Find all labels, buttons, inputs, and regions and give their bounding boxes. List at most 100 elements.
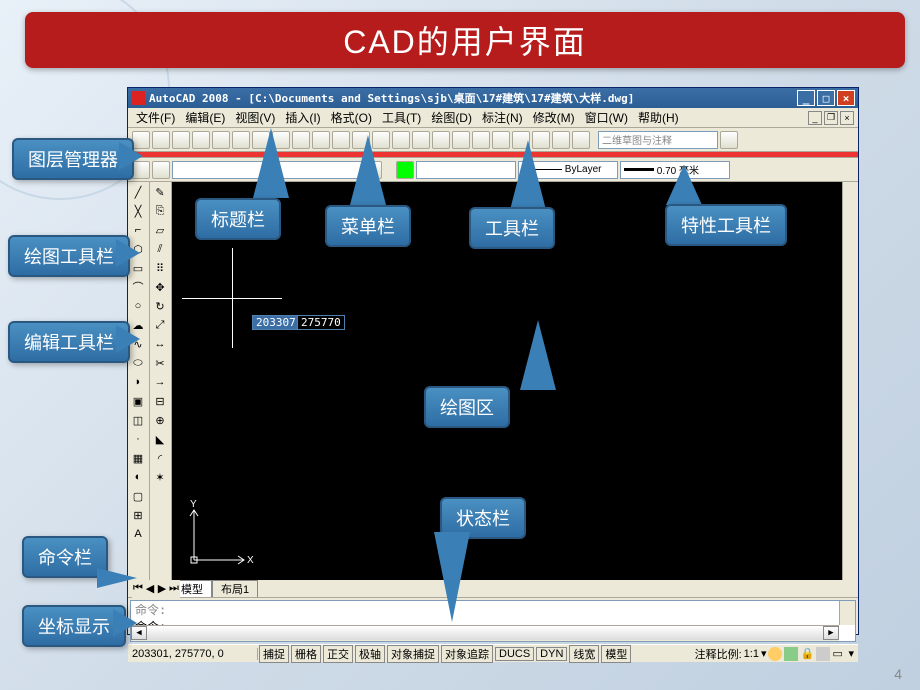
layout-tabs: ⏮ ◀ ▶ ⏭ 模型 布局1: [128, 580, 858, 598]
status-dyn[interactable]: DYN: [536, 647, 567, 661]
status-lwt[interactable]: 线宽: [569, 645, 599, 663]
mirror-icon[interactable]: ▱: [151, 221, 169, 239]
status-grid[interactable]: 栅格: [291, 645, 321, 663]
ellipse-icon[interactable]: ⬭: [129, 354, 147, 372]
rotate-icon[interactable]: ↻: [151, 297, 169, 315]
callout-command-bar: 命令栏: [22, 536, 108, 578]
line-icon[interactable]: ╱: [129, 183, 147, 201]
tab-last-icon[interactable]: ⏭: [168, 580, 180, 598]
toolpalette-icon[interactable]: [492, 131, 510, 149]
command-scrollbar-v[interactable]: [839, 601, 855, 625]
status-coords[interactable]: 203301, 275770, 0: [128, 648, 258, 660]
qcalc-icon[interactable]: [552, 131, 570, 149]
region-icon[interactable]: ▢: [129, 487, 147, 505]
trim-icon[interactable]: ✂: [151, 354, 169, 372]
chamfer-icon[interactable]: ◣: [151, 430, 169, 448]
point-icon[interactable]: ·: [129, 430, 147, 448]
fillet-icon[interactable]: ◜: [151, 449, 169, 467]
zoom-icon[interactable]: [392, 131, 410, 149]
menu-tools[interactable]: 工具(T): [378, 109, 425, 126]
menu-edit[interactable]: 编辑(E): [181, 109, 229, 126]
status-model[interactable]: 模型: [601, 645, 631, 663]
preview-icon[interactable]: [212, 131, 230, 149]
menu-help[interactable]: 帮助(H): [634, 109, 683, 126]
break-icon[interactable]: ⊟: [151, 392, 169, 410]
ellipse-arc-icon[interactable]: ◗: [129, 373, 147, 391]
explode-icon[interactable]: ✶: [151, 468, 169, 486]
menu-draw[interactable]: 绘图(D): [427, 109, 476, 126]
join-icon[interactable]: ⊕: [151, 411, 169, 429]
workspace-combo[interactable]: 二维草图与注释: [598, 131, 718, 149]
menu-modify[interactable]: 修改(M): [529, 109, 579, 126]
maximize-button[interactable]: □: [817, 90, 835, 106]
clean-screen-icon[interactable]: ▭: [832, 647, 846, 661]
tab-next-icon[interactable]: ▶: [156, 580, 168, 598]
tab-layout1[interactable]: 布局1: [212, 580, 258, 597]
menu-format[interactable]: 格式(O): [327, 109, 376, 126]
annotation-autoscale-icon[interactable]: [784, 647, 798, 661]
extend-icon[interactable]: →: [151, 373, 169, 391]
xline-icon[interactable]: ╳: [129, 202, 147, 220]
menu-file[interactable]: 文件(F): [132, 109, 179, 126]
circle-icon[interactable]: ○: [129, 297, 147, 315]
status-ortho[interactable]: 正交: [323, 645, 353, 663]
tab-prev-icon[interactable]: ◀: [144, 580, 156, 598]
erase-icon[interactable]: ✎: [151, 183, 169, 201]
toolbar-icon[interactable]: [816, 647, 830, 661]
zoom-prev-icon[interactable]: [432, 131, 450, 149]
print-icon[interactable]: [192, 131, 210, 149]
annot-scale-value[interactable]: 1:1: [744, 648, 759, 660]
make-block-icon[interactable]: ◫: [129, 411, 147, 429]
menu-window[interactable]: 窗口(W): [581, 109, 632, 126]
status-otrack[interactable]: 对象追踪: [441, 645, 493, 663]
paste-icon[interactable]: [292, 131, 310, 149]
match-icon[interactable]: [312, 131, 330, 149]
insert-block-icon[interactable]: ▣: [129, 392, 147, 410]
lock-icon[interactable]: 🔒: [800, 647, 814, 661]
child-close-button[interactable]: ×: [840, 111, 854, 125]
mtext-icon[interactable]: A: [129, 525, 147, 543]
status-polar[interactable]: 极轴: [355, 645, 385, 663]
copy-obj-icon[interactable]: ⎘: [151, 202, 169, 220]
layer-state-icon[interactable]: [152, 161, 170, 179]
child-restore-button[interactable]: ❐: [824, 111, 838, 125]
child-minimize-button[interactable]: _: [808, 111, 822, 125]
undo-icon[interactable]: [332, 131, 350, 149]
workspace-settings-icon[interactable]: [720, 131, 738, 149]
annotation-visibility-icon[interactable]: [768, 647, 782, 661]
minimize-button[interactable]: _: [797, 90, 815, 106]
zoom-window-icon[interactable]: [412, 131, 430, 149]
status-ducs[interactable]: DUCS: [495, 647, 534, 661]
color-combo[interactable]: [416, 161, 516, 179]
color-swatch-icon[interactable]: [396, 161, 414, 179]
arc-icon[interactable]: ⌒: [129, 278, 147, 296]
open-icon[interactable]: [152, 131, 170, 149]
menu-insert[interactable]: 插入(I): [281, 109, 324, 126]
publish-icon[interactable]: [232, 131, 250, 149]
table-icon[interactable]: ⊞: [129, 506, 147, 524]
save-icon[interactable]: [172, 131, 190, 149]
hatch-icon[interactable]: ▦: [129, 449, 147, 467]
gradient-icon[interactable]: ◐: [129, 468, 147, 486]
close-button[interactable]: ×: [837, 90, 855, 106]
designcenter-icon[interactable]: [472, 131, 490, 149]
move-icon[interactable]: ✥: [151, 278, 169, 296]
menu-view[interactable]: 视图(V): [231, 109, 279, 126]
help-icon[interactable]: [572, 131, 590, 149]
scroll-right-icon[interactable]: ▶: [823, 626, 839, 640]
offset-icon[interactable]: ⫽: [151, 240, 169, 258]
scale-icon[interactable]: ⤢: [151, 316, 169, 334]
polyline-icon[interactable]: ⌐: [129, 221, 147, 239]
annot-scale-dropdown-icon[interactable]: ▾: [761, 647, 767, 660]
status-snap[interactable]: 捕捉: [259, 645, 289, 663]
status-osnap[interactable]: 对象捕捉: [387, 645, 439, 663]
array-icon[interactable]: ⠿: [151, 259, 169, 277]
window-titlebar[interactable]: AutoCAD 2008 - [C:\Documents and Setting…: [128, 88, 858, 108]
status-menu-dropdown-icon[interactable]: ▾: [848, 647, 854, 660]
stretch-icon[interactable]: ↔: [151, 335, 169, 353]
command-scrollbar-h[interactable]: ◀ ▶: [131, 625, 839, 641]
properties-icon[interactable]: [452, 131, 470, 149]
vertical-scrollbar[interactable]: [842, 182, 858, 580]
menu-dimension[interactable]: 标注(N): [478, 109, 527, 126]
command-line-area[interactable]: 命令: 命令: ◀ ▶: [130, 600, 856, 642]
